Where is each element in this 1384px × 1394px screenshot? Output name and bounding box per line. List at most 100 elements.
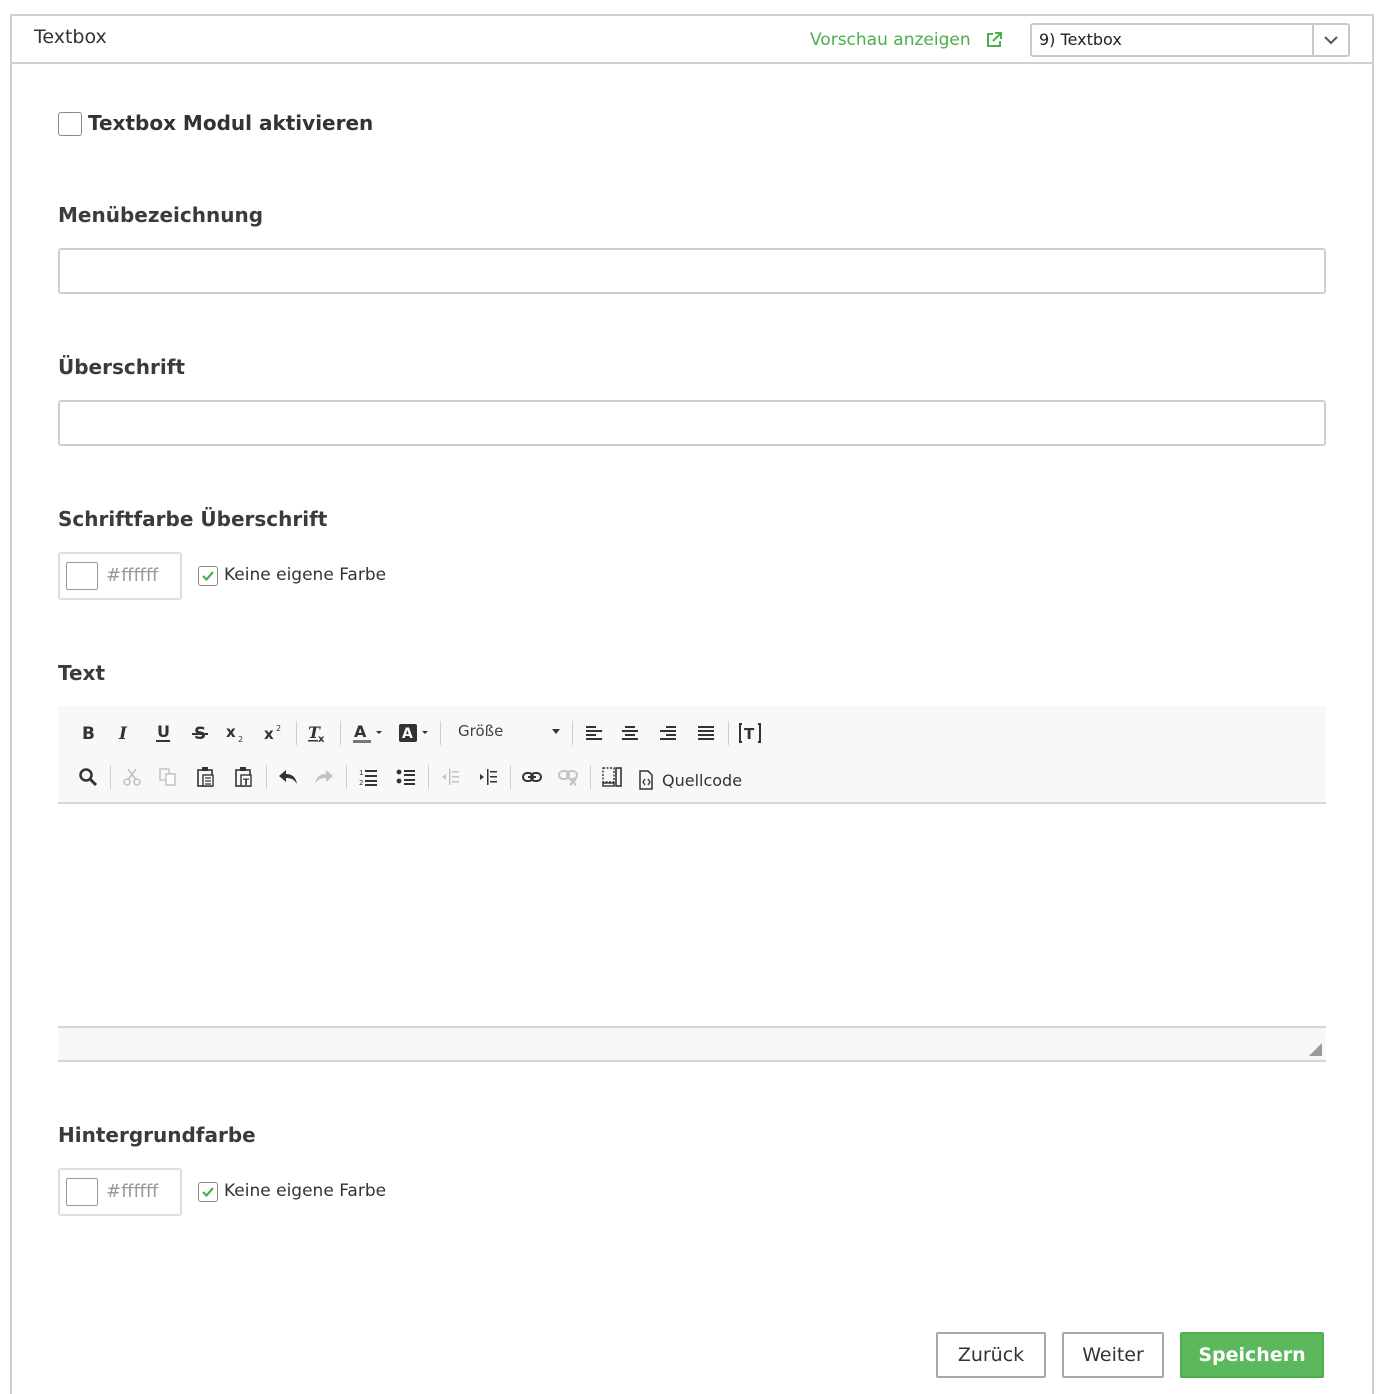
heading-no-color-checkbox[interactable] [198, 566, 218, 586]
superscript-button[interactable]: x2 [258, 717, 290, 749]
background-color-value: #ffffff [106, 1181, 159, 1202]
editor-statusbar [58, 1026, 1326, 1062]
show-blocks-icon [602, 767, 622, 787]
indent-button[interactable] [472, 761, 504, 793]
svg-text:I: I [118, 724, 128, 742]
copy-button[interactable] [152, 761, 184, 793]
background-color-field[interactable]: #ffffff [58, 1168, 182, 1216]
svg-text:A: A [354, 722, 367, 741]
menu-label-label: Menübezeichnung [58, 203, 264, 227]
strikethrough-icon: S [192, 724, 208, 742]
toolbar-separator [572, 721, 573, 745]
bold-icon: B [82, 724, 95, 742]
background-color-button[interactable]: A [394, 717, 434, 749]
numbered-list-button[interactable]: 12 [352, 761, 384, 793]
align-center-button[interactable] [614, 717, 646, 749]
italic-button[interactable]: I [108, 717, 140, 749]
checkmark-icon [202, 1187, 214, 1198]
svg-text:2: 2 [276, 724, 281, 733]
underline-icon: U [156, 723, 170, 742]
heading-color-field[interactable]: #ffffff [58, 552, 182, 600]
source-code-button[interactable]: Quellcode [638, 764, 742, 796]
resize-handle-icon[interactable] [1309, 1043, 1322, 1056]
svg-text:x: x [226, 723, 236, 741]
module-select[interactable]: 9) Textbox [1030, 23, 1350, 57]
align-right-button[interactable] [652, 717, 684, 749]
clear-format-icon: Tx [308, 723, 325, 743]
svg-text:x: x [264, 725, 274, 743]
module-select-value: 9) Textbox [1039, 30, 1122, 49]
svg-text:B: B [82, 724, 95, 742]
subscript-button[interactable]: x2 [220, 717, 252, 749]
back-button[interactable]: Zurück [936, 1332, 1046, 1378]
text-color-button[interactable]: A [348, 717, 388, 749]
svg-text:T: T [744, 725, 755, 743]
background-color-swatch[interactable] [66, 1178, 98, 1206]
heading-color-value: #ffffff [106, 565, 159, 586]
save-button[interactable]: Speichern [1180, 1332, 1324, 1378]
align-justify-button[interactable] [690, 717, 722, 749]
bullet-list-button[interactable] [390, 761, 422, 793]
link-button[interactable] [516, 761, 548, 793]
preview-link[interactable]: Vorschau anzeigen [810, 30, 1003, 50]
background-color-label: Hintergrundfarbe [58, 1123, 256, 1147]
insert-placeholder-button[interactable]: T [734, 717, 766, 749]
paste-button[interactable] [190, 761, 222, 793]
next-button[interactable]: Weiter [1062, 1332, 1164, 1378]
superscript-icon: x2 [264, 724, 281, 743]
find-button[interactable] [72, 761, 104, 793]
chevron-down-icon[interactable] [1312, 25, 1348, 55]
show-blocks-button[interactable] [596, 761, 628, 793]
font-size-combo[interactable]: Größe [450, 716, 562, 748]
scissors-icon [123, 768, 141, 786]
redo-button[interactable] [308, 761, 340, 793]
svg-text:x: x [318, 734, 325, 743]
heading-color-label: Schriftfarbe Überschrift [58, 507, 328, 531]
undo-button[interactable] [272, 761, 304, 793]
align-center-icon [622, 726, 638, 740]
heading-color-swatch[interactable] [66, 562, 98, 590]
svg-text:T: T [243, 778, 250, 788]
bullet-list-icon [396, 769, 415, 785]
outdent-button[interactable] [434, 761, 466, 793]
toolbar-separator [510, 765, 511, 789]
svg-text:U: U [157, 723, 170, 741]
align-right-icon [660, 726, 676, 740]
search-icon [79, 768, 98, 787]
activate-module-checkbox[interactable] [58, 112, 82, 136]
unlink-icon [558, 770, 578, 786]
panel-header: Textbox Vorschau anzeigen 9) Textbox [12, 16, 1372, 64]
toolbar-separator [266, 765, 267, 789]
link-icon [522, 772, 542, 782]
toolbar-separator [346, 765, 347, 789]
underline-button[interactable]: U [147, 717, 179, 749]
indent-icon [480, 769, 497, 785]
external-link-icon [986, 32, 1002, 47]
remove-format-button[interactable]: Tx [302, 717, 334, 749]
source-code-icon [639, 770, 653, 790]
editor-content-area[interactable] [58, 804, 1326, 1026]
subscript-icon: x2 [226, 723, 243, 743]
toolbar-separator [590, 765, 591, 789]
copy-icon [159, 768, 176, 786]
heading-input[interactable] [58, 400, 1326, 446]
text-bracket-icon: T [739, 723, 761, 743]
background-no-color-checkbox[interactable] [198, 1182, 218, 1202]
align-justify-icon [698, 726, 714, 740]
rich-text-editor: B I U S x2 x2 Tx A A Größe [58, 706, 1326, 1062]
unlink-button[interactable] [552, 761, 584, 793]
svg-text:A: A [402, 726, 413, 742]
numbered-list-icon: 12 [359, 769, 377, 787]
checkmark-icon [202, 571, 214, 582]
align-left-button[interactable] [578, 717, 610, 749]
toolbar-separator [728, 721, 729, 745]
cut-button[interactable] [116, 761, 148, 793]
background-no-color-label: Keine eigene Farbe [224, 1181, 387, 1201]
toolbar-separator [340, 721, 341, 745]
menu-label-input[interactable] [58, 248, 1326, 294]
panel-title: Textbox [34, 26, 107, 48]
paste-text-button[interactable]: T [228, 761, 260, 793]
bold-button[interactable]: B [72, 717, 104, 749]
editor-toolbar: B I U S x2 x2 Tx A A Größe [58, 706, 1326, 804]
strikethrough-button[interactable]: S [184, 717, 216, 749]
